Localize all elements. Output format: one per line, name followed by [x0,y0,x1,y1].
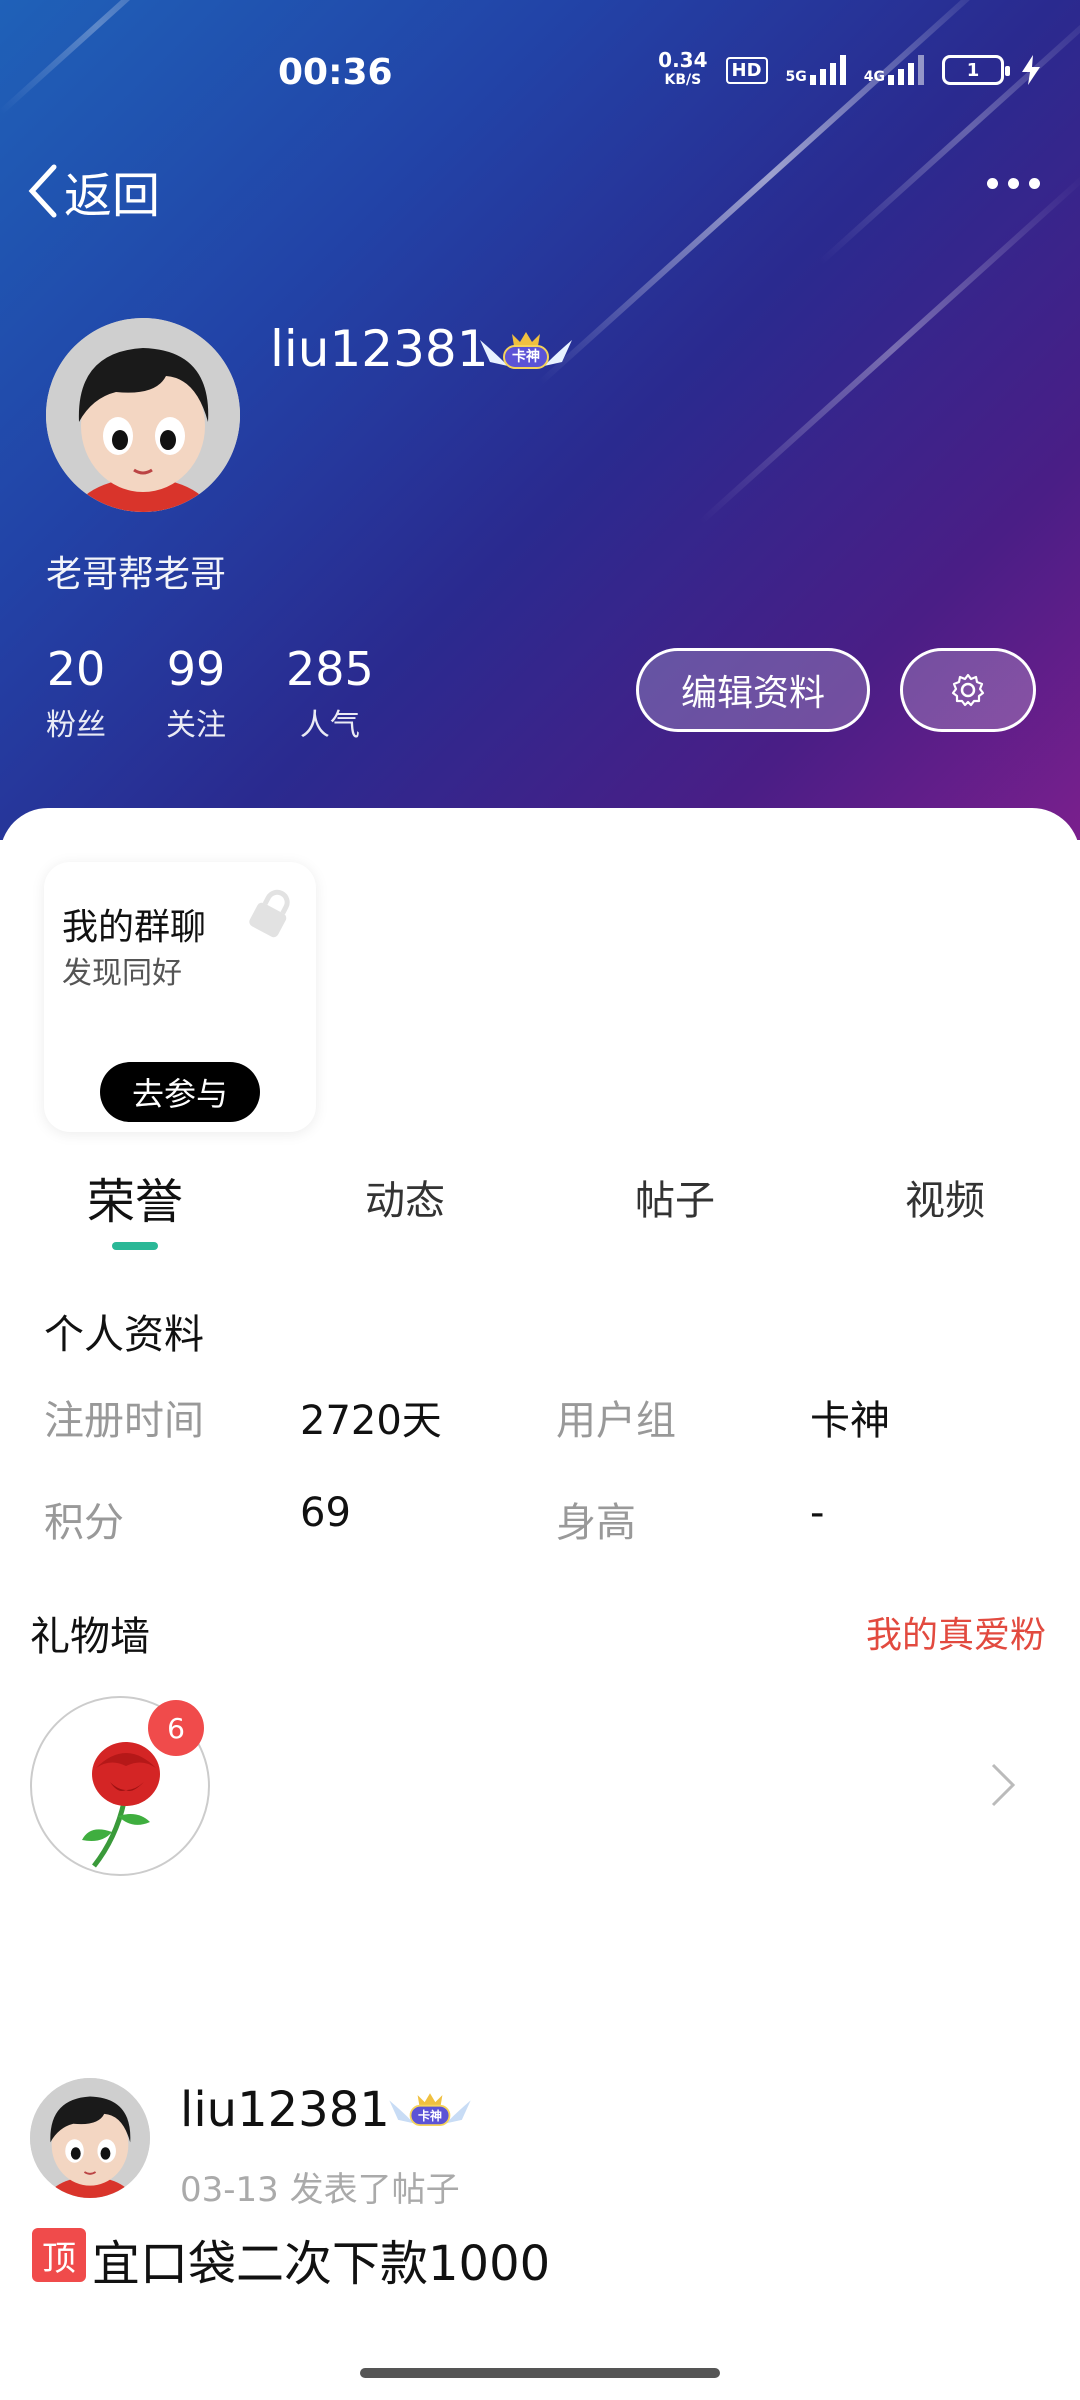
gear-icon [951,673,985,707]
stat-following[interactable]: 99 关注 [166,642,226,744]
badge-label: 卡神 [512,349,540,365]
more-dot-icon [987,178,998,189]
back-label: 返回 [64,168,161,224]
stat-value: 285 [286,642,374,696]
signal-5g-icon: 5G [786,55,846,85]
stat-value: 20 [46,642,106,696]
battery-icon: 1 [942,55,1010,85]
stats-row: 20 粉丝 99 关注 285 人气 [46,642,374,744]
stat-popularity[interactable]: 285 人气 [286,642,374,744]
join-group-button[interactable]: 去参与 [100,1062,260,1122]
home-indicator[interactable] [360,2368,720,2378]
info-label-height: 身高 [556,1500,636,1546]
level-badge: 卡神 [474,326,578,378]
more-options-button[interactable] [987,178,1040,189]
group-chat-card[interactable]: 我的群聊 发现同好 去参与 [44,862,316,1132]
cartoon-boy-avatar-icon [46,318,240,512]
cartoon-boy-avatar-icon [30,2078,150,2198]
info-label-user-group: 用户组 [556,1398,676,1444]
top-navigation-bar: 返回 [0,150,1080,230]
tab-activity[interactable]: 动态 [270,1168,540,1226]
true-fans-link[interactable]: 我的真爱粉 [866,1606,1046,1658]
avatar[interactable] [46,318,240,512]
stat-label: 粉丝 [46,708,106,743]
active-tab-indicator [112,1242,158,1250]
edit-profile-button[interactable]: 编辑资料 [636,648,870,732]
chevron-left-icon [28,164,57,218]
gift-count-badge: 6 [148,1700,204,1756]
group-card-subtitle: 发现同好 [62,956,182,991]
status-bar: 00:36 0.34 KB/S HD 5G 4G 1 [0,40,1080,104]
personal-info-title: 个人资料 [44,1312,204,1358]
post-author-badge: 卡神 [384,2088,476,2134]
tab-videos[interactable]: 视频 [810,1168,1080,1226]
back-button[interactable]: 返回 [28,156,160,226]
info-label-points: 积分 [44,1500,124,1546]
post-author-avatar[interactable] [30,2078,150,2198]
stat-label: 人气 [299,708,360,743]
info-value-height: - [810,1490,825,1536]
stat-fans[interactable]: 20 粉丝 [46,642,106,744]
info-value-points: 69 [300,1490,351,1536]
badge-label: 卡神 [417,2109,442,2123]
stat-value: 99 [166,642,226,696]
signature: 老哥帮老哥 [46,554,227,595]
tab-honor[interactable]: 荣誉 [0,1162,270,1232]
info-label-register-time: 注册时间 [44,1398,204,1444]
network-speed: 0.34 KB/S [658,48,708,88]
gift-wall-title: 礼物墙 [30,1614,150,1660]
chevron-right-icon[interactable] [990,1762,1016,1808]
hd-icon: HD [725,56,768,84]
post-author-name[interactable]: liu12381 [180,2082,390,2138]
group-card-title: 我的群聊 [62,907,207,948]
post-title[interactable]: 宜口袋二次下款1000 [92,2224,550,2294]
charging-icon [1022,55,1040,85]
info-value-register-time: 2720天 [300,1398,442,1444]
info-value-user-group: 卡神 [810,1398,890,1444]
username: liu12381 [270,320,489,378]
signal-4g-icon: 4G [864,55,924,85]
settings-button[interactable] [900,648,1036,732]
stat-label: 关注 [166,708,226,743]
tab-posts[interactable]: 帖子 [540,1168,810,1226]
lock-icon [249,889,290,938]
post-meta: 03-13 发表了帖子 [180,2170,460,2210]
profile-tabs: 荣誉 动态 帖子 视频 [0,1162,1080,1252]
status-time: 00:36 [278,52,393,93]
pinned-badge: 顶 [32,2228,86,2282]
